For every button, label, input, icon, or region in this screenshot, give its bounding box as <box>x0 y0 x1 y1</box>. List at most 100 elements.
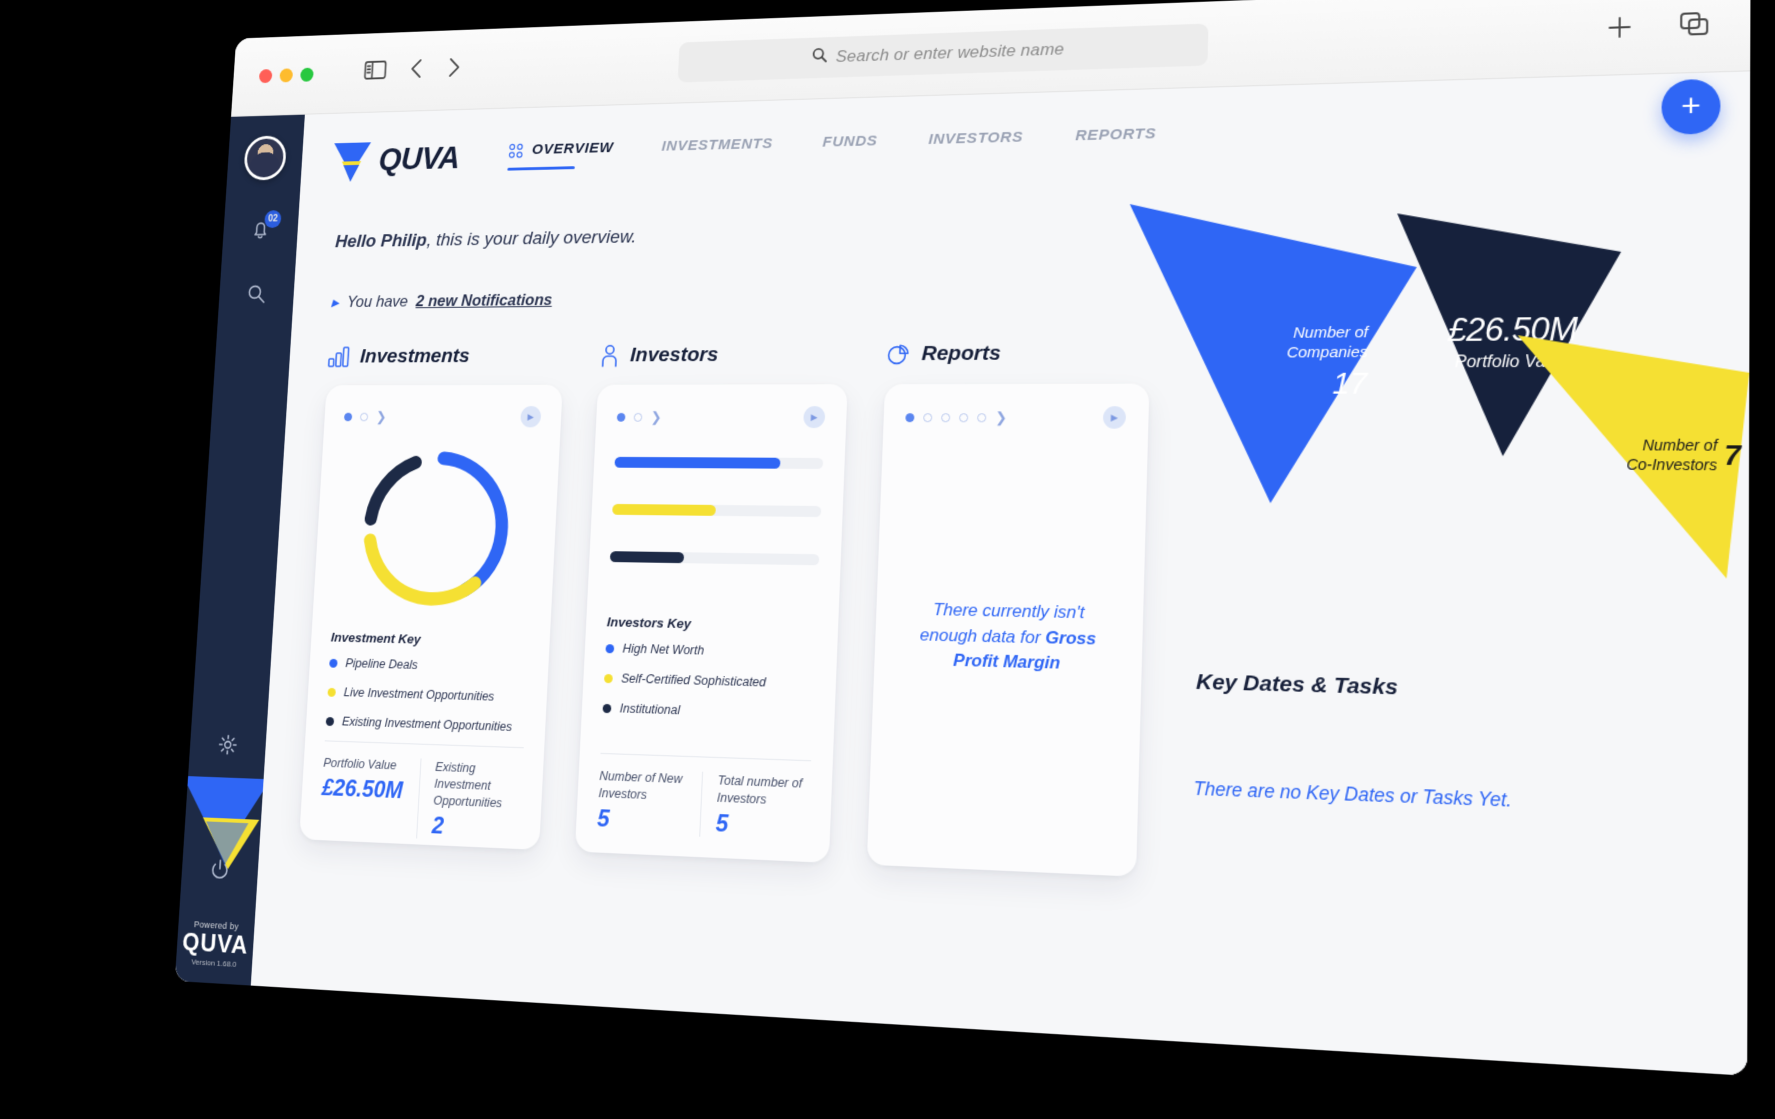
bar-track <box>609 551 820 566</box>
investors-title: Investors <box>629 343 719 367</box>
rail-logo-name: QUVA <box>181 928 249 960</box>
investors-carousel[interactable]: ❯ <box>616 409 662 426</box>
caret-right-icon: ▶ <box>331 297 340 310</box>
legend-label: Institutional <box>619 700 681 717</box>
investors-key-title: Investors Key <box>606 614 692 632</box>
greeting-line: Hello Philip, this is your daily overvie… <box>335 207 1750 253</box>
investment-key-legend: Pipeline Deals Live Investment Opportuni… <box>325 654 529 747</box>
carousel-dot-3[interactable] <box>941 412 951 422</box>
carousel-dot-2[interactable] <box>359 412 369 421</box>
tab-investors-label: INVESTORS <box>928 128 1024 148</box>
investments-carousel[interactable]: ❯ <box>343 408 387 424</box>
browser-window: Search or enter website name 02 Powered … <box>174 0 1751 1076</box>
reports-section: Reports ❯ ▶ There currently isn't enough… <box>866 341 1151 877</box>
stat-label: Total number of Investors <box>716 773 803 807</box>
stat-value: 5 <box>715 809 729 837</box>
copy-tabs-icon[interactable] <box>1678 10 1712 46</box>
reports-empty-metric: Gross Profit Margin <box>952 627 1097 674</box>
back-icon[interactable] <box>409 57 425 84</box>
key-dates-empty-message: There are no Key Dates or Tasks Yet. <box>1193 777 1512 812</box>
stat-value: 2 <box>431 812 445 839</box>
quva-logo-icon <box>332 142 372 182</box>
legend-label: Live Investment Opportunities <box>343 685 495 704</box>
legend-label: Pipeline Deals <box>345 656 418 672</box>
maximize-window-button[interactable] <box>300 67 314 82</box>
legend-dot-yellow <box>603 673 613 683</box>
carousel-dot-2[interactable] <box>923 412 933 422</box>
tile-label: Number of Co-Investors 7 <box>1558 436 1741 475</box>
settings-gear-icon[interactable] <box>216 733 239 762</box>
tile-number-of-companies[interactable]: Number of Companies 17 <box>1113 190 1427 520</box>
tile-portfolio-value[interactable]: £26.50M Portfolio Value <box>1373 205 1630 477</box>
stat-existing-opportunities: Existing Investment Opportunities 2 <box>415 758 523 843</box>
carousel-next-icon[interactable]: ❯ <box>650 409 662 426</box>
close-window-button[interactable] <box>258 69 273 84</box>
tab-overview[interactable]: OVERVIEW <box>507 140 614 171</box>
notification-count-badge: 02 <box>264 210 282 229</box>
legend-dot-yellow <box>327 687 336 697</box>
reports-title: Reports <box>921 341 1002 366</box>
stat-label: Portfolio Value <box>323 756 397 773</box>
tile-label: Number of Companies 17 <box>1239 324 1368 403</box>
carousel-next-icon[interactable]: ❯ <box>995 409 1007 426</box>
notifications-bell[interactable]: 02 <box>248 210 282 246</box>
carousel-dot-1[interactable] <box>616 412 626 422</box>
carousel-dot-1[interactable] <box>905 412 915 422</box>
rail-search-icon[interactable] <box>245 283 267 310</box>
window-controls[interactable] <box>258 67 314 84</box>
investment-key-title: Investment Key <box>330 629 422 647</box>
stat-label: Existing Investment Opportunities <box>433 760 503 811</box>
bar-self-certified <box>612 503 716 516</box>
tab-investors[interactable]: INVESTORS <box>928 128 1024 161</box>
forward-icon[interactable] <box>446 56 462 83</box>
carousel-play-button[interactable]: ▶ <box>803 406 826 429</box>
investments-section: Investments ❯ ▶ Investment Key Pipeline … <box>299 344 565 850</box>
carousel-dot-1[interactable] <box>343 412 353 421</box>
tab-investments[interactable]: INVESTMENTS <box>661 135 773 167</box>
carousel-play-button[interactable]: ▶ <box>1102 406 1127 429</box>
tile-label-text: Portfolio Value <box>1454 352 1570 372</box>
legend-dot-blue <box>329 658 338 668</box>
add-fab-button[interactable]: + <box>1661 78 1721 135</box>
app-brand[interactable]: QUVA <box>330 134 461 184</box>
brand-name: QUVA <box>377 139 461 177</box>
carousel-dot-5[interactable] <box>977 412 987 422</box>
tab-funds[interactable]: FUNDS <box>822 133 878 164</box>
legend-label: Existing Investment Opportunities <box>341 714 513 734</box>
reports-card: ❯ ▶ There currently isn't enough data fo… <box>866 383 1150 877</box>
legend-item: High Net Worth <box>605 639 816 663</box>
carousel-dot-4[interactable] <box>959 412 969 422</box>
tab-investments-label: INVESTMENTS <box>661 135 774 155</box>
carousel-play-button[interactable]: ▶ <box>520 406 542 428</box>
notification-link[interactable]: 2 new Notifications <box>415 292 552 312</box>
investors-bar-chart <box>608 456 824 603</box>
stat-triangles: Number of Companies 17 £26.50M Portfolio… <box>1121 173 1750 606</box>
tile-label-text: Number of Co-Investors <box>1626 436 1718 473</box>
main-content: QUVA OVERVIEW INVESTMENTS FUNDS INVESTOR… <box>250 71 1751 1076</box>
address-bar[interactable]: Search or enter website name <box>677 23 1209 83</box>
investments-card: ❯ ▶ Investment Key Pipeline Deals Live I… <box>299 384 563 850</box>
reports-carousel[interactable]: ❯ <box>905 409 1007 426</box>
carousel-next-icon[interactable]: ❯ <box>376 408 387 424</box>
investors-card: ❯ ▶ Investors Key High Net Worth Self-Ce… <box>574 384 848 863</box>
stat-value: £26.50M <box>321 774 404 804</box>
tile-number-of-co-investors[interactable]: Number of Co-Investors 7 <box>1503 323 1750 601</box>
plus-icon[interactable] <box>1604 12 1635 47</box>
minimize-window-button[interactable] <box>279 68 294 83</box>
investments-donut-chart <box>332 440 539 618</box>
bar-chart-icon <box>328 346 351 367</box>
tab-reports-label: REPORTS <box>1075 125 1157 145</box>
legend-item: Live Investment Opportunities <box>327 683 527 707</box>
legend-item: Self-Certified Sophisticated <box>603 669 815 694</box>
app-body: 02 ? <box>174 71 1751 1076</box>
investors-key-legend: High Net Worth Self-Certified Sophistica… <box>602 639 816 735</box>
stat-portfolio-value: Portfolio Value £26.50M <box>319 755 420 838</box>
main-nav: OVERVIEW INVESTMENTS FUNDS INVESTORS REP… <box>507 125 1157 171</box>
sidebar-toggle-icon[interactable] <box>363 60 387 86</box>
bar-track <box>614 456 824 469</box>
tab-reports[interactable]: REPORTS <box>1075 125 1157 157</box>
legend-item: Pipeline Deals <box>329 654 528 678</box>
user-avatar[interactable] <box>243 135 288 181</box>
tile-value: £26.50M <box>1447 310 1578 349</box>
carousel-dot-2[interactable] <box>633 412 643 422</box>
